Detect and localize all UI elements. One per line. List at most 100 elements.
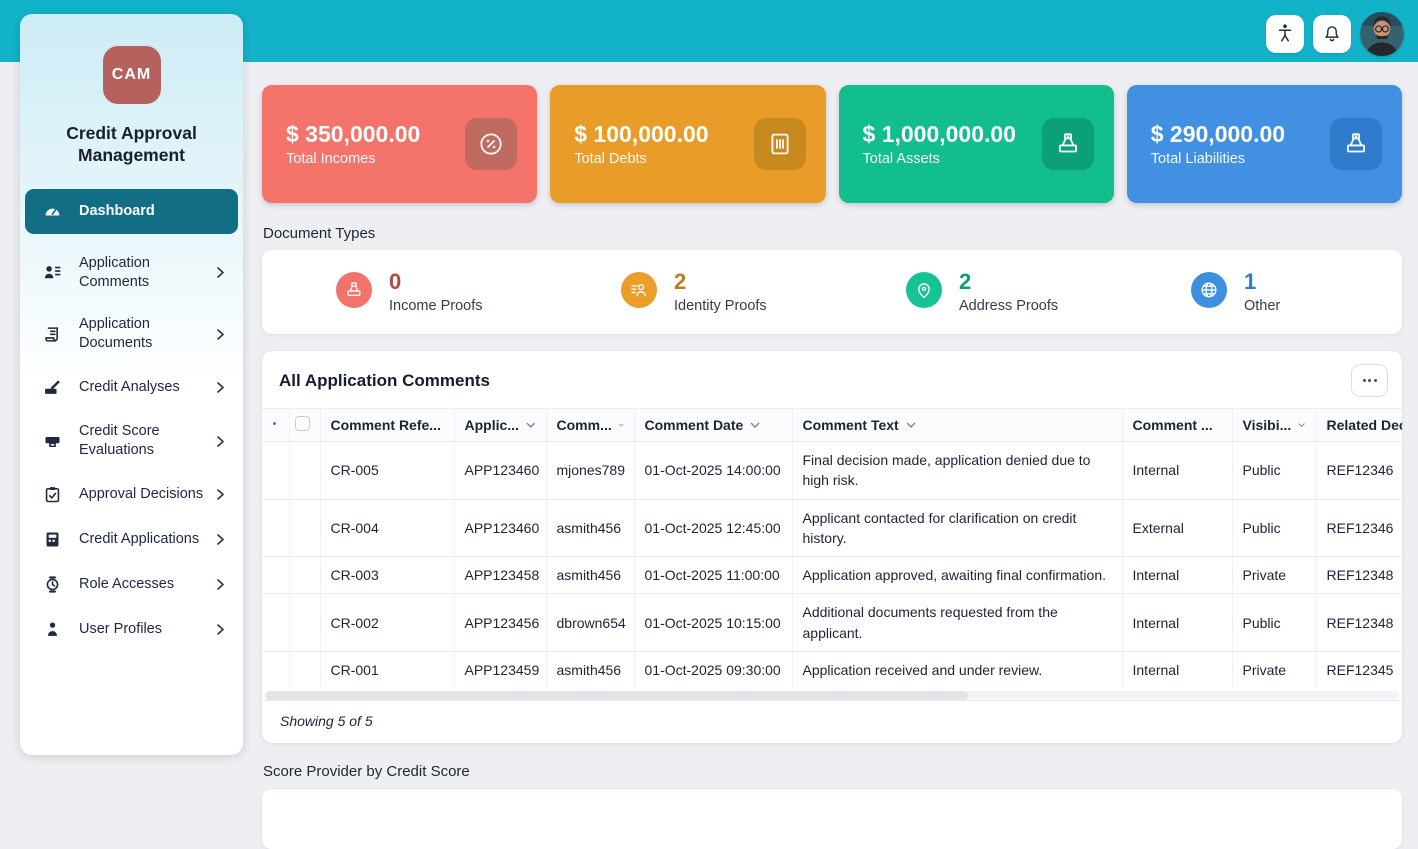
column-header-related-decision[interactable]: Related Dec... [1316,409,1402,442]
doc-type-count: 2 [959,270,1058,294]
cell: 01-Oct-2025 10:15:00 [634,594,792,652]
stat-card-total-assets: $ 1,000,000.00 Total Assets [839,85,1114,203]
cell: Public [1232,594,1316,652]
table-row[interactable]: CR-003 APP123458 asmith456 01-Oct-2025 1… [262,557,1402,594]
cell: APP123456 [454,594,546,652]
cell: Internal [1122,652,1232,689]
sidebar-item-user-profiles[interactable]: User Profiles [20,607,243,652]
chevron-right-icon [217,267,227,278]
stat-value: $ 350,000.00 [286,121,420,149]
column-header-comment-date[interactable]: Comment Date [634,409,792,442]
sidebar-item-label: Application Documents [79,315,217,353]
table-menu-button[interactable] [1351,364,1388,397]
column-header-visibility[interactable]: Visibi... [1232,409,1316,442]
row-target-header[interactable] [262,409,289,442]
column-header-comment-text[interactable]: Comment Text [792,409,1122,442]
row-target-cell [262,594,289,652]
column-header-application[interactable]: Applic... [454,409,546,442]
stat-label: Total Incomes [286,151,420,167]
chevron-down-icon [1220,422,1222,428]
sidebar-item-label: Application Comments [79,254,217,292]
user-avatar[interactable] [1360,12,1404,56]
horizontal-scrollbar[interactable] [265,691,1399,700]
cell: APP123459 [454,652,546,689]
sidebar-item-credit-score-evaluations[interactable]: Credit Score Evaluations [20,410,243,472]
row-checkbox-cell[interactable] [289,442,320,500]
table-row[interactable]: CR-005 APP123460 mjones789 01-Oct-2025 1… [262,442,1402,500]
main-content: $ 350,000.00 Total Incomes $ 100,000.00 … [262,62,1402,849]
scrollbar-thumb[interactable] [265,691,968,700]
doc-type-count: 1 [1244,270,1280,294]
doc-type-label: Income Proofs [389,298,483,314]
table-title: All Application Comments [279,371,490,391]
cell: Internal [1122,594,1232,652]
cell: Applicant contacted for clarification on… [792,499,1122,557]
stat-card-total-debts: $ 100,000.00 Total Debts [550,85,825,203]
cell: asmith456 [546,499,634,557]
accessibility-icon [1274,22,1296,47]
chevron-down-icon [619,422,624,428]
app-logo-text: CAM [112,66,151,84]
sidebar-item-approval-decisions[interactable]: Approval Decisions [20,472,243,517]
row-target-cell [262,652,289,689]
stat-card-total-incomes: $ 350,000.00 Total Incomes [262,85,537,203]
column-header-commenter[interactable]: Comm... [546,409,634,442]
score-provider-card [262,789,1402,849]
doc-type-count: 0 [389,270,483,294]
stat-card-total-liabilities: $ 290,000.00 Total Liabilities [1127,85,1402,203]
stat-value: $ 100,000.00 [574,121,708,149]
accessibility-button[interactable] [1266,15,1304,53]
sidebar-item-label: Approval Decisions [79,485,217,504]
table-header-row: Comment Refe... Applic... Comm... Commen… [262,409,1402,442]
table-row[interactable]: CR-002 APP123456 dbrown654 01-Oct-2025 1… [262,594,1402,652]
row-target-cell [262,557,289,594]
cell: CR-001 [320,652,454,689]
sidebar-item-label: User Profiles [79,620,217,639]
sidebar-item-dashboard[interactable]: Dashboard [25,189,238,234]
comments-table: Comment Refe... Applic... Comm... Commen… [262,408,1402,688]
sidebar-item-application-comments[interactable]: Application Comments [20,242,243,304]
cell: Internal [1122,442,1232,500]
doc-type-other: 1 Other [1117,270,1402,313]
cell: APP123460 [454,499,546,557]
table-row[interactable]: CR-004 APP123460 asmith456 01-Oct-2025 1… [262,499,1402,557]
cell: 01-Oct-2025 12:45:00 [634,499,792,557]
row-checkbox-cell[interactable] [289,594,320,652]
cell: CR-003 [320,557,454,594]
chevron-right-icon [217,329,227,340]
stat-value: $ 290,000.00 [1151,121,1285,149]
doc-type-label: Address Proofs [959,298,1058,314]
table-row[interactable]: CR-001 APP123459 asmith456 01-Oct-2025 0… [262,652,1402,689]
sidebar-item-credit-applications[interactable]: Credit Applications [20,517,243,562]
doc-type-label: Identity Proofs [674,298,767,314]
chevron-down-icon [906,422,916,428]
doc-type-count: 2 [674,270,767,294]
cell: APP123458 [454,557,546,594]
sidebar-item-role-accesses[interactable]: Role Accesses [20,562,243,607]
cell: Application approved, awaiting final con… [792,557,1122,594]
chevron-right-icon [217,579,227,590]
row-checkbox-cell[interactable] [289,557,320,594]
checkbox-icon[interactable] [295,416,310,431]
cell: 01-Oct-2025 09:30:00 [634,652,792,689]
card-machine-icon [44,433,61,450]
stat-value: $ 1,000,000.00 [863,121,1016,149]
row-checkbox-cell[interactable] [289,499,320,557]
cell: REF12348 [1316,594,1402,652]
column-header-comment-type[interactable]: Comment ... [1122,409,1232,442]
select-all-header[interactable] [289,409,320,442]
table-scroll-area[interactable]: Comment Refe... Applic... Comm... Commen… [262,408,1402,688]
chevron-right-icon [217,489,227,500]
doc-type-address-proofs: 2 Address Proofs [832,270,1117,313]
ellipsis-icon [1363,379,1366,382]
sidebar-item-application-documents[interactable]: Application Documents [20,303,243,365]
row-target-cell [262,499,289,557]
sidebar-item-credit-analyses[interactable]: Credit Analyses [20,365,243,410]
identity-card-icon [621,272,657,308]
notifications-button[interactable] [1313,15,1351,53]
row-checkbox-cell[interactable] [289,652,320,689]
stat-label: Total Debts [574,151,708,167]
column-header-comment-reference[interactable]: Comment Refe... [320,409,454,442]
cell: REF12346 [1316,499,1402,557]
bell-icon [1321,22,1343,47]
